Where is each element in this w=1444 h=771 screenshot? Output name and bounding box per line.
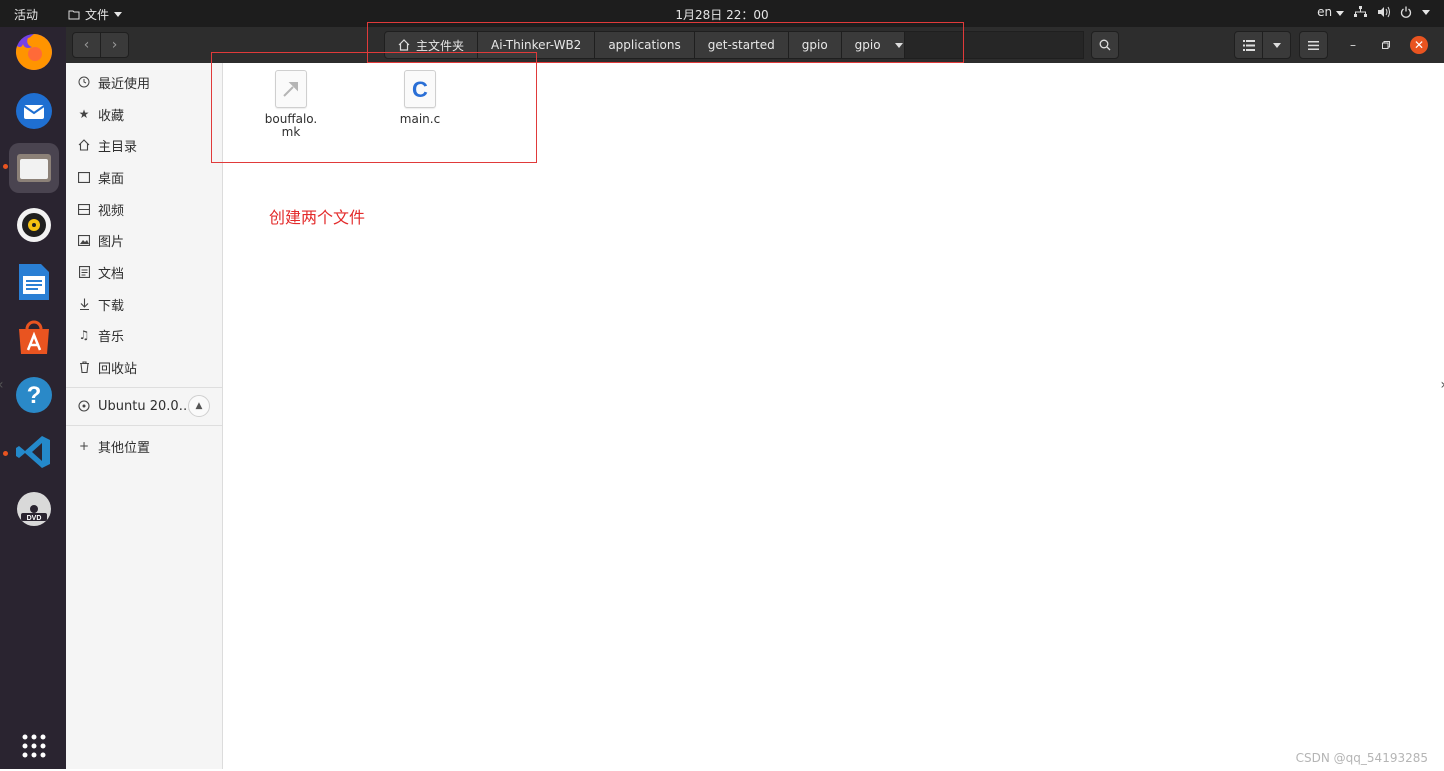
minimize-icon: – — [1350, 38, 1356, 52]
sidebar-item-music[interactable]: ♫ 音乐 — [66, 320, 222, 350]
system-tray[interactable]: en — [1317, 5, 1430, 19]
sidebar-item-trash[interactable]: 回收站 — [66, 352, 222, 382]
rhythmbox-icon — [17, 208, 51, 242]
restore-icon — [1382, 41, 1390, 49]
view-options-button[interactable] — [1262, 31, 1291, 59]
search-button[interactable] — [1091, 31, 1119, 59]
eject-button[interactable]: ▲ — [188, 395, 210, 417]
star-icon: ★ — [78, 107, 90, 121]
sidebar-item-label: 收藏 — [98, 108, 125, 124]
sidebar-item-label: 桌面 — [98, 171, 125, 187]
writer-icon — [19, 264, 49, 300]
sidebar-item-starred[interactable]: ★ 收藏 — [66, 99, 222, 129]
clock-icon — [77, 75, 91, 89]
annotation-text: 创建两个文件 — [269, 208, 366, 227]
firefox-icon — [15, 34, 52, 70]
disc-icon — [77, 399, 91, 413]
volume-icon — [1378, 6, 1390, 18]
download-icon — [77, 297, 91, 311]
dock-vscode[interactable] — [9, 427, 59, 477]
chevron-left-icon: ‹ — [83, 37, 90, 53]
annotation-box-files — [211, 52, 537, 163]
eject-icon: ▲ — [195, 401, 203, 411]
minimize-button[interactable]: – — [1344, 36, 1362, 54]
chevron-right-icon: › — [1440, 377, 1444, 393]
video-icon — [77, 202, 91, 216]
chevron-down-icon — [1422, 9, 1430, 15]
sidebar-item-label: 文档 — [98, 266, 125, 282]
dock-firefox[interactable] — [9, 27, 59, 77]
chevron-left-icon: ‹ — [0, 377, 4, 393]
power-icon — [1400, 6, 1412, 18]
dvd-icon: DVD — [17, 492, 51, 526]
close-icon: ✕ — [1413, 38, 1425, 52]
sidebar-item-label: 图片 — [98, 234, 125, 250]
document-icon — [77, 265, 91, 279]
chevron-down-icon — [1272, 42, 1281, 48]
sidebar-item-label: Ubuntu 20.0… — [98, 398, 192, 414]
forward-button[interactable]: › — [100, 32, 129, 58]
sidebar-item-label: 其他位置 — [98, 440, 151, 456]
svg-text:DVD: DVD — [27, 515, 42, 522]
sidebar-item-desktop[interactable]: 桌面 — [66, 162, 222, 192]
dock-dvd[interactable]: DVD — [9, 484, 59, 534]
svg-text:?: ? — [27, 382, 42, 409]
chevron-right-icon: › — [111, 37, 118, 53]
sidebar-separator — [66, 387, 222, 388]
sidebar-item-label: 下载 — [98, 298, 125, 314]
sidebar-item-home[interactable]: 主目录 — [66, 130, 222, 160]
show-apps-icon — [22, 734, 46, 758]
input-method[interactable]: en — [1317, 5, 1344, 19]
running-indicator — [3, 451, 8, 456]
maximize-button[interactable] — [1377, 36, 1395, 54]
sidebar-item-downloads[interactable]: 下载 — [66, 289, 222, 319]
sidebar-item-label: 回收站 — [98, 361, 138, 377]
close-button[interactable]: ✕ — [1410, 36, 1428, 54]
search-icon — [1099, 39, 1111, 51]
view-list-button[interactable] — [1234, 31, 1263, 59]
show-apps-button[interactable] — [9, 721, 59, 771]
sidebar-item-label: 音乐 — [98, 329, 125, 345]
sidebar-item-recent[interactable]: 最近使用 — [66, 67, 222, 97]
home-icon — [77, 138, 91, 152]
sidebar-separator — [66, 425, 222, 426]
sidebar-item-other-locations[interactable]: + 其他位置 — [66, 431, 222, 461]
menu-button[interactable] — [1299, 31, 1328, 59]
watermark: CSDN @qq_54193285 — [1295, 751, 1428, 765]
picture-icon — [77, 233, 91, 247]
sidebar-item-documents[interactable]: 文档 — [66, 257, 222, 287]
dock-writer[interactable] — [9, 257, 59, 307]
dock-help[interactable]: ? — [9, 370, 59, 420]
music-icon: ♫ — [78, 328, 90, 342]
vscode-icon — [16, 436, 50, 468]
desktop-icon — [77, 170, 91, 184]
running-indicator — [3, 164, 8, 169]
plus-icon: + — [78, 439, 90, 453]
dock-thunderbird[interactable] — [9, 86, 59, 136]
hamburger-icon — [1308, 40, 1319, 50]
files-icon — [17, 154, 51, 182]
thunderbird-icon — [16, 93, 52, 129]
sidebar-item-label: 视频 — [98, 203, 125, 219]
clock[interactable]: 1月28日 22：00 — [0, 6, 1444, 23]
trash-icon — [77, 360, 91, 374]
sidebar-item-pictures[interactable]: 图片 — [66, 225, 222, 255]
help-icon: ? — [16, 377, 52, 413]
software-icon — [19, 320, 49, 354]
sidebar-item-label: 主目录 — [98, 139, 138, 155]
network-icon — [1354, 6, 1367, 17]
dock: ? DVD — [0, 27, 66, 769]
dock-software[interactable] — [9, 313, 59, 363]
dock-rhythmbox[interactable] — [9, 200, 59, 250]
sidebar-item-label: 最近使用 — [98, 76, 151, 92]
list-view-icon — [1242, 39, 1255, 51]
chevron-down-icon — [1336, 11, 1344, 16]
sidebar-item-videos[interactable]: 视频 — [66, 194, 222, 224]
back-button[interactable]: ‹ — [72, 32, 101, 58]
sidebar: 最近使用 ★ 收藏 主目录 桌面 视频 图片 文档 下载 ♫ 音乐 回收站 Ub… — [66, 63, 223, 769]
dock-files[interactable] — [9, 143, 59, 193]
sidebar-item-device[interactable]: Ubuntu 20.0… ▲ — [66, 391, 222, 421]
